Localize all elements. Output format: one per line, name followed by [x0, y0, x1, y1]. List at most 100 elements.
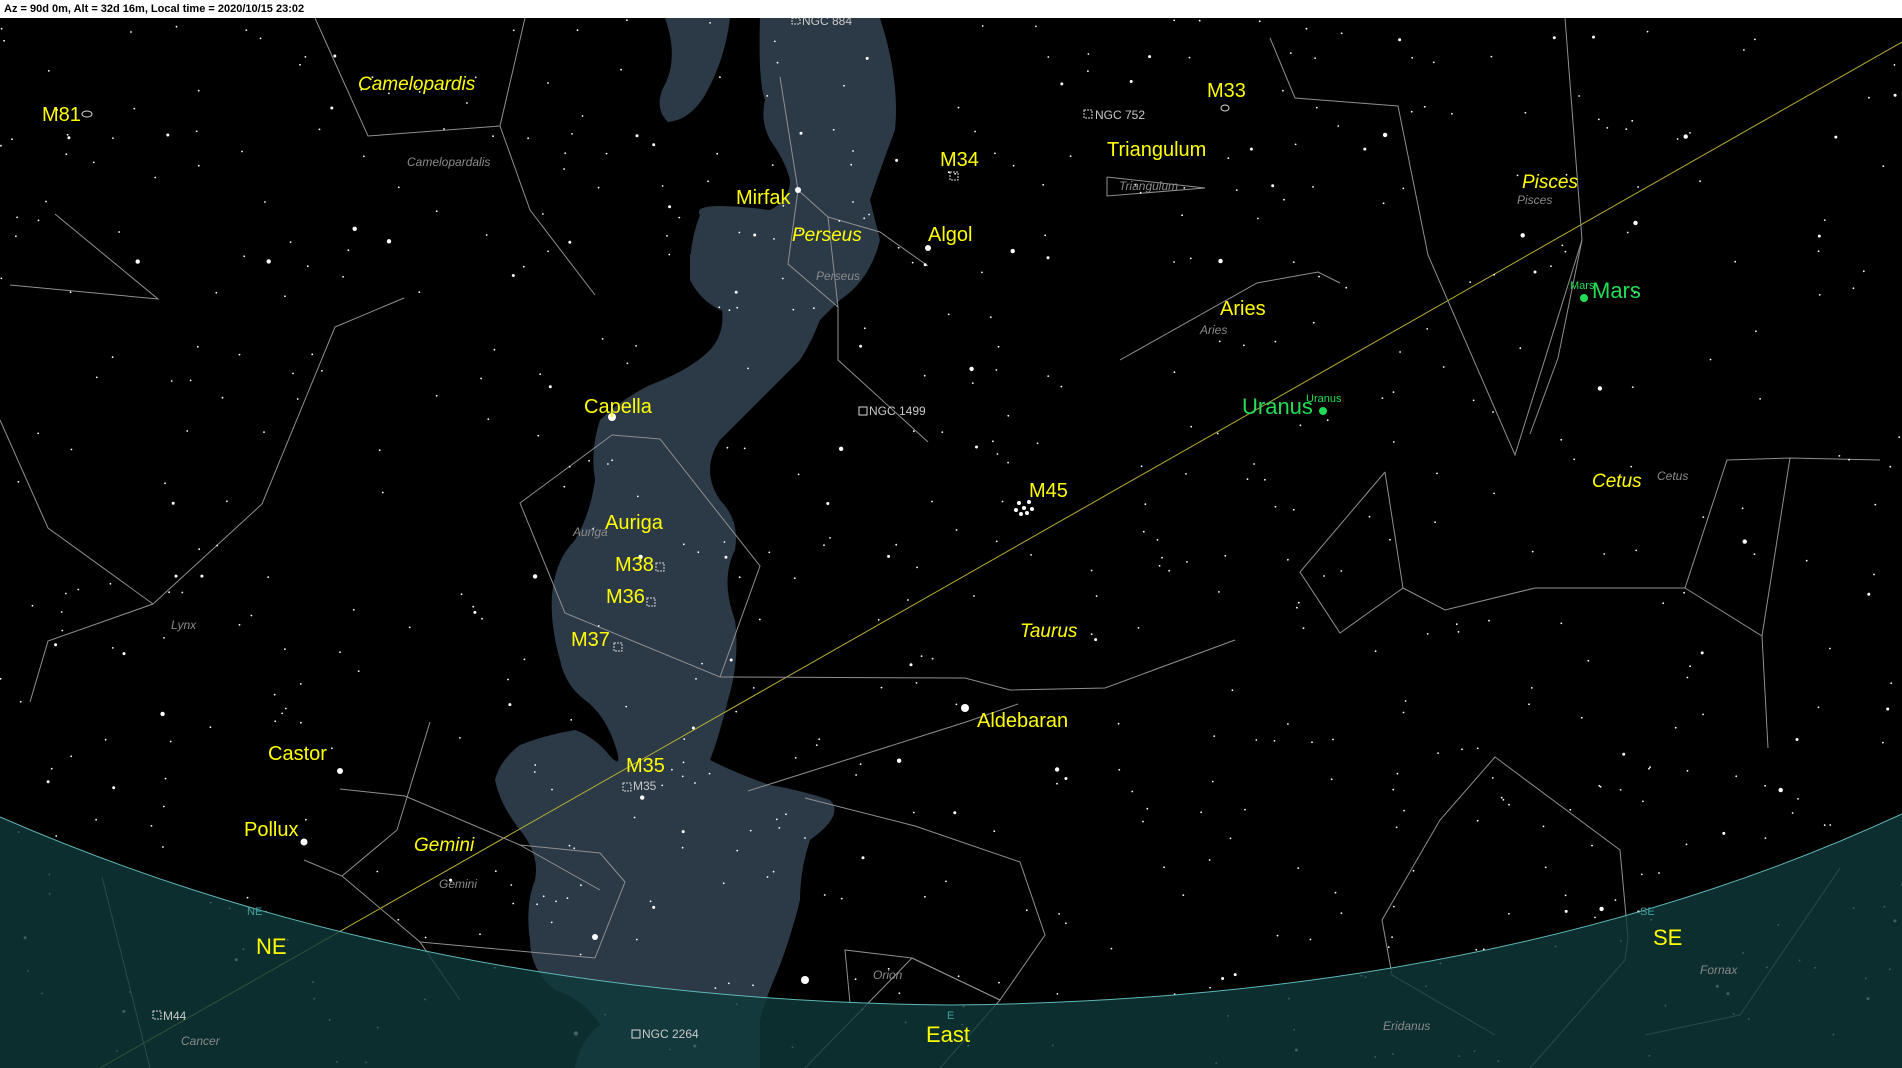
constellation-label-triangulum[interactable]: Triangulum	[1107, 139, 1206, 161]
background-star	[1550, 265, 1552, 267]
background-star	[200, 574, 204, 578]
constellation-label-auriga[interactable]: Auriga	[605, 512, 664, 534]
background-star	[1592, 35, 1595, 39]
background-star	[571, 133, 573, 135]
background-star	[773, 238, 775, 240]
dso-label-m45[interactable]: M45	[1029, 480, 1068, 502]
background-star	[955, 529, 958, 531]
dso-label-m81[interactable]: M81	[42, 104, 81, 126]
background-star	[1410, 110, 1413, 113]
constellation-label-pisces[interactable]: Pisces	[1522, 172, 1578, 193]
background-star	[1289, 52, 1292, 54]
constellation-label-cetus[interactable]: Cetus	[1592, 471, 1642, 492]
background-star	[1144, 503, 1147, 506]
dso-label-ngc884[interactable]: NGC 884	[802, 18, 852, 28]
background-star	[542, 213, 544, 215]
background-star	[1689, 132, 1691, 134]
constellation-small-triangulum: Triangulum	[1119, 179, 1178, 193]
background-star	[580, 884, 582, 887]
dso-label-ngc2264[interactable]: NGC 2264	[642, 1027, 699, 1041]
background-star	[1218, 258, 1223, 264]
star-label-algol[interactable]: Algol	[928, 224, 972, 246]
background-star	[738, 576, 741, 579]
dso-label-m38[interactable]: M38	[615, 554, 654, 576]
background-star	[443, 128, 445, 130]
background-star	[895, 543, 898, 546]
dso-label-m35[interactable]: M35	[626, 755, 665, 777]
background-star	[1312, 186, 1314, 188]
constellation-label-camelopardis[interactable]: Camelopardis	[358, 74, 476, 95]
background-star	[92, 161, 95, 164]
background-star	[1140, 465, 1143, 468]
background-star	[112, 137, 114, 140]
star-label-pollux[interactable]: Pollux	[244, 819, 298, 841]
background-star	[1326, 419, 1329, 422]
background-star	[1818, 294, 1821, 296]
background-star	[1158, 565, 1161, 567]
background-star	[342, 276, 344, 278]
background-star	[189, 379, 192, 382]
background-star	[714, 987, 717, 989]
background-star	[738, 231, 741, 234]
background-star	[752, 687, 755, 689]
constellation-label-taurus[interactable]: Taurus	[1020, 621, 1078, 642]
background-star	[1334, 891, 1337, 894]
sky-chart[interactable]: Capella Mirfak Algol Aldebaran Castor Po…	[0, 18, 1902, 1068]
background-star	[1893, 93, 1897, 97]
dso-label-m36[interactable]: M36	[606, 586, 645, 608]
background-star	[832, 128, 835, 131]
background-star	[163, 637, 165, 639]
background-star	[1633, 220, 1638, 226]
background-star	[507, 678, 509, 681]
background-star	[347, 249, 350, 252]
dso-label-m33[interactable]: M33	[1207, 80, 1246, 102]
background-star	[915, 682, 918, 684]
star-label-castor[interactable]: Castor	[268, 743, 327, 765]
background-star	[1502, 798, 1505, 801]
mars-marker[interactable]	[1580, 294, 1588, 302]
background-star	[813, 307, 815, 310]
pleiades-star	[1022, 506, 1026, 510]
background-star	[1188, 56, 1191, 59]
background-star	[3, 39, 5, 42]
dso-label-ngc752[interactable]: NGC 752	[1095, 108, 1145, 122]
background-star	[1312, 321, 1315, 324]
background-star	[1007, 414, 1010, 417]
dso-label-m34[interactable]: M34	[940, 149, 979, 171]
background-star	[912, 430, 915, 433]
background-star	[1630, 465, 1633, 468]
direction-small-se: SE	[1640, 906, 1655, 918]
dso-label-ngc1499[interactable]: NGC 1499	[869, 404, 926, 418]
dso-label-m44[interactable]: M44	[163, 1009, 187, 1023]
background-star	[162, 846, 164, 848]
planet-label-mars[interactable]: Mars	[1592, 278, 1641, 303]
background-star	[1294, 143, 1297, 146]
background-star	[481, 617, 483, 620]
background-star	[1597, 386, 1603, 391]
background-star	[1753, 553, 1756, 555]
background-star	[0, 144, 2, 147]
dso-label-m37[interactable]: M37	[571, 629, 610, 651]
background-star	[838, 446, 844, 451]
direction-label-se[interactable]: SE	[1653, 925, 1682, 950]
background-star	[19, 700, 22, 703]
background-star	[65, 592, 67, 595]
constellation-label-aries[interactable]: Aries	[1220, 298, 1266, 320]
background-star	[652, 143, 656, 147]
star-label-capella[interactable]: Capella	[584, 396, 653, 418]
star-label-mirfak[interactable]: Mirfak	[736, 187, 791, 209]
star-label-aldebaran[interactable]: Aldebaran	[977, 710, 1068, 732]
uranus-marker[interactable]	[1319, 407, 1327, 415]
background-star	[945, 880, 947, 883]
constellation-small-gemini: Gemini	[439, 877, 477, 891]
constellation-label-gemini[interactable]: Gemini	[414, 835, 475, 856]
background-star	[1392, 788, 1395, 791]
background-star	[601, 338, 604, 340]
background-star	[887, 554, 891, 558]
background-star	[568, 844, 571, 847]
planet-label-uranus[interactable]: Uranus	[1242, 394, 1313, 419]
constellation-label-perseus[interactable]: Perseus	[792, 225, 862, 246]
direction-label-east[interactable]: East	[926, 1022, 970, 1047]
background-star	[969, 366, 974, 372]
direction-label-ne[interactable]: NE	[256, 934, 287, 959]
